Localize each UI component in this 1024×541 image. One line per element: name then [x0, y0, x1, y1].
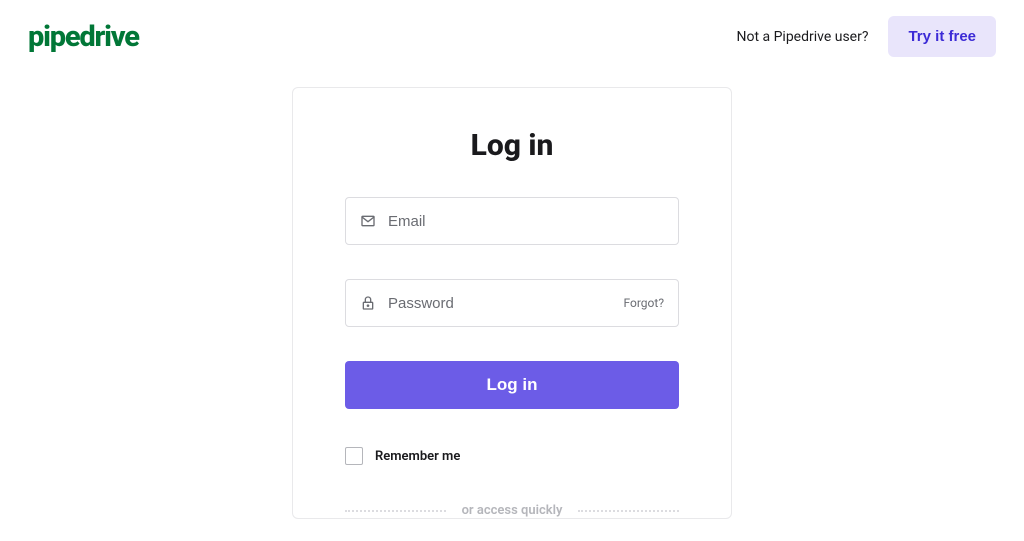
lock-icon — [360, 295, 376, 311]
password-field[interactable] — [388, 280, 616, 326]
email-input-group[interactable] — [345, 197, 679, 245]
divider-line-left — [345, 510, 446, 512]
password-input-group[interactable]: Forgot? — [345, 279, 679, 327]
login-card: Log in Forgot? Log in Remember me or acc… — [292, 87, 732, 519]
forgot-password-link[interactable]: Forgot? — [624, 296, 665, 310]
not-user-text: Not a Pipedrive user? — [736, 29, 868, 45]
remember-checkbox[interactable] — [345, 447, 363, 465]
login-button[interactable]: Log in — [345, 361, 679, 409]
divider-row: or access quickly — [345, 503, 679, 518]
header: pipedrive Not a Pipedrive user? Try it f… — [0, 0, 1024, 73]
remember-label[interactable]: Remember me — [375, 449, 460, 464]
try-free-button[interactable]: Try it free — [888, 16, 996, 57]
page-title: Log in — [345, 128, 679, 163]
email-field[interactable] — [388, 198, 664, 244]
divider-text: or access quickly — [462, 503, 563, 518]
remember-row: Remember me — [345, 447, 679, 465]
mail-icon — [360, 213, 376, 229]
header-right: Not a Pipedrive user? Try it free — [736, 16, 996, 57]
logo[interactable]: pipedrive — [28, 20, 139, 54]
divider-line-right — [578, 510, 679, 512]
